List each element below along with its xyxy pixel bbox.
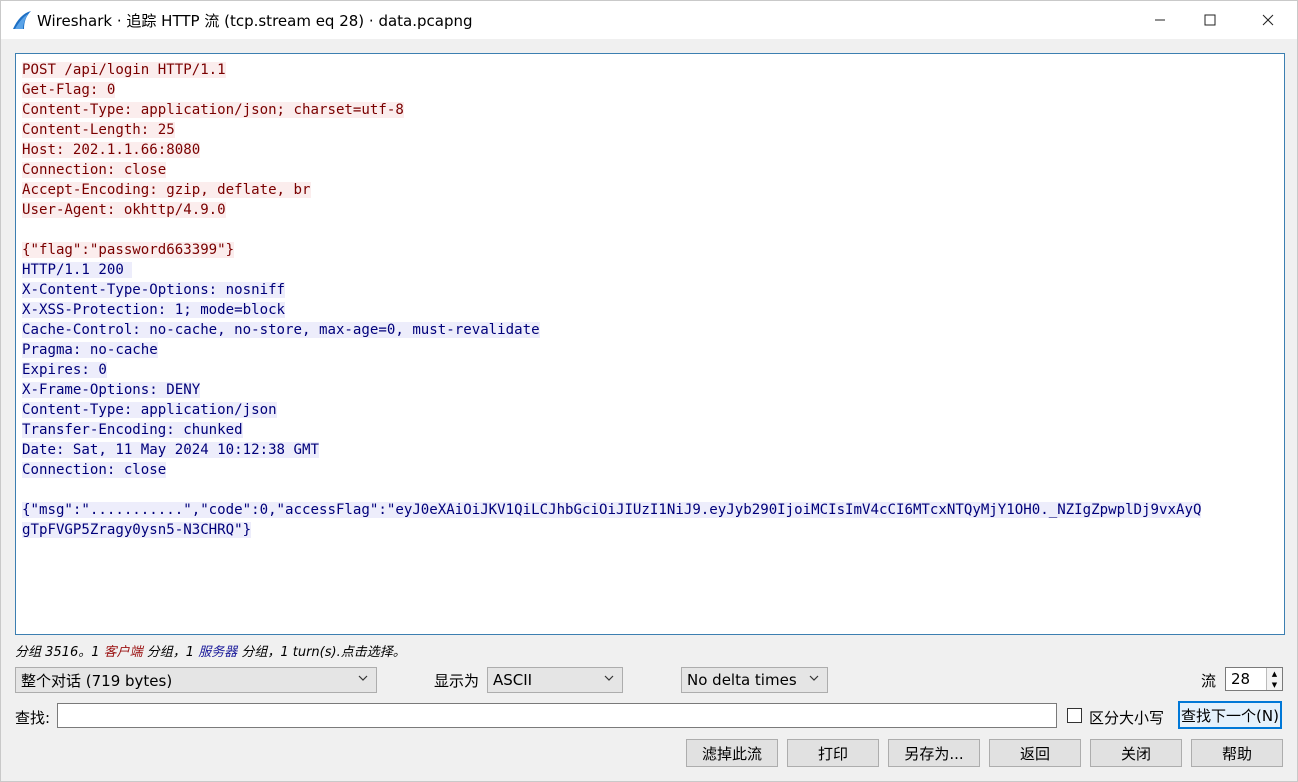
server-line: X-Frame-Options: DENY	[22, 380, 1278, 400]
spin-up-icon[interactable]: ▲	[1267, 668, 1282, 679]
wireshark-fin-icon	[13, 11, 31, 29]
server-line: Pragma: no-cache	[22, 340, 1278, 360]
server-line-text: gTpFVGP5Zragy0ysn5-N3CHRQ"}	[22, 522, 252, 538]
delta-times-select[interactable]: No delta times	[681, 667, 828, 693]
client-line-text: User-Agent: okhttp/4.9.0	[22, 202, 226, 218]
chevron-down-icon	[358, 675, 368, 681]
server-line-text: Pragma: no-cache	[22, 342, 158, 358]
client-line: User-Agent: okhttp/4.9.0	[22, 200, 1278, 220]
close-icon	[1262, 14, 1274, 26]
server-line: {"msg":"...........","code":0,"accessFla…	[22, 500, 1278, 520]
case-sensitive-label: 区分大小写	[1089, 709, 1165, 727]
client-line-text: Content-Type: application/json; charset=…	[22, 102, 404, 118]
find-input[interactable]	[57, 703, 1057, 728]
client-line: {"flag":"password663399"}	[22, 240, 1278, 260]
show-as-select-value: ASCII	[493, 671, 533, 689]
show-as-select[interactable]: ASCII	[487, 667, 623, 693]
client-line: Accept-Encoding: gzip, deflate, br	[22, 180, 1278, 200]
summary-text-mid: 分组，1	[142, 645, 199, 660]
server-line-text: HTTP/1.1 200	[22, 262, 133, 278]
server-line-text: Expires: 0	[22, 362, 107, 378]
server-line: Expires: 0	[22, 360, 1278, 380]
show-as-label: 显示为	[434, 672, 480, 690]
title-bar: Wireshark · 追踪 HTTP 流 (tcp.stream eq 28)…	[1, 1, 1297, 39]
client-line	[22, 220, 1278, 240]
server-line: X-Content-Type-Options: nosniff	[22, 280, 1278, 300]
server-line: HTTP/1.1 200	[22, 260, 1278, 280]
server-link[interactable]: 服务器	[198, 645, 237, 660]
server-line-text: Date: Sat, 11 May 2024 10:12:38 GMT	[22, 442, 319, 458]
client-link[interactable]: 客户端	[104, 645, 143, 660]
stream-number-spinbox[interactable]: 28 ▲ ▼	[1225, 667, 1283, 691]
server-line-text: X-XSS-Protection: 1; mode=block	[22, 302, 286, 318]
server-line-text: Transfer-Encoding: chunked	[22, 422, 243, 438]
stream-content-text[interactable]: POST /api/login HTTP/1.1 Get-Flag: 0 Conte…	[15, 53, 1285, 635]
server-line	[22, 480, 1278, 500]
stream-label: 流	[1201, 672, 1217, 690]
summary-text-post: 分组，1 turn(s).点击选择。	[237, 645, 406, 660]
server-line: gTpFVGP5Zragy0ysn5-N3CHRQ"}	[22, 520, 1278, 540]
server-line: Connection: close	[22, 460, 1278, 480]
window-title: Wireshark · 追踪 HTTP 流 (tcp.stream eq 28)…	[37, 12, 473, 30]
client-line: Get-Flag: 0	[22, 80, 1278, 100]
summary-text: 分组 3516。1	[15, 645, 104, 660]
client-line-text: {"flag":"password663399"}	[22, 242, 235, 258]
chevron-down-icon	[604, 675, 614, 681]
server-line: Content-Type: application/json	[22, 400, 1278, 420]
server-line-text: X-Frame-Options: DENY	[22, 382, 201, 398]
spin-down-icon[interactable]: ▼	[1267, 679, 1282, 690]
print-button[interactable]: 打印	[787, 739, 879, 767]
help-button[interactable]: 帮助	[1191, 739, 1283, 767]
save-as-button[interactable]: 另存为...	[888, 739, 980, 767]
server-line: Cache-Control: no-cache, no-store, max-a…	[22, 320, 1278, 340]
server-line: X-XSS-Protection: 1; mode=block	[22, 300, 1278, 320]
client-line: Host: 202.1.1.66:8080	[22, 140, 1278, 160]
server-line: Transfer-Encoding: chunked	[22, 420, 1278, 440]
server-line-text: Content-Type: application/json	[22, 402, 277, 418]
client-line: POST /api/login HTTP/1.1	[22, 60, 1278, 80]
delta-times-select-value: No delta times	[687, 671, 797, 689]
server-line-text: {"msg":"...........","code":0,"accessFla…	[22, 502, 1202, 518]
client-line-text: Host: 202.1.1.66:8080	[22, 142, 201, 158]
packet-summary: 分组 3516。1 客户端 分组，1 服务器 分组，1 turn(s).点击选择…	[15, 641, 406, 660]
client-line-text: Connection: close	[22, 162, 167, 178]
stream-number-value: 28	[1231, 670, 1251, 688]
maximize-icon	[1204, 14, 1216, 26]
spinbox-arrows[interactable]: ▲ ▼	[1266, 668, 1282, 690]
server-line-text: Cache-Control: no-cache, no-store, max-a…	[22, 322, 540, 338]
client-line-text: POST /api/login HTTP/1.1	[22, 62, 226, 78]
server-line: Date: Sat, 11 May 2024 10:12:38 GMT	[22, 440, 1278, 460]
case-sensitive-checkbox[interactable]	[1067, 708, 1082, 723]
chevron-down-icon	[809, 675, 819, 681]
filter-out-stream-button[interactable]: 滤掉此流	[686, 739, 778, 767]
find-next-button[interactable]: 查找下一个(N)	[1178, 701, 1282, 729]
client-line-text: Get-Flag: 0	[22, 82, 116, 98]
find-label: 查找:	[15, 709, 51, 727]
client-line-text: Accept-Encoding: gzip, deflate, br	[22, 182, 311, 198]
client-line: Connection: close	[22, 160, 1278, 180]
minimize-button[interactable]	[1135, 1, 1185, 39]
minimize-icon	[1155, 19, 1165, 21]
conversation-select-value: 整个对话 (719 bytes)	[21, 671, 173, 690]
client-line-text: Content-Length: 25	[22, 122, 175, 138]
client-line: Content-Length: 25	[22, 120, 1278, 140]
close-button[interactable]: 关闭	[1090, 739, 1182, 767]
close-window-button[interactable]	[1243, 1, 1293, 39]
maximize-button[interactable]	[1185, 1, 1235, 39]
conversation-select[interactable]: 整个对话 (719 bytes)	[15, 667, 377, 693]
client-line: Content-Type: application/json; charset=…	[22, 100, 1278, 120]
back-button[interactable]: 返回	[989, 739, 1081, 767]
server-line-text: X-Content-Type-Options: nosniff	[22, 282, 286, 298]
server-line-text: Connection: close	[22, 462, 167, 478]
